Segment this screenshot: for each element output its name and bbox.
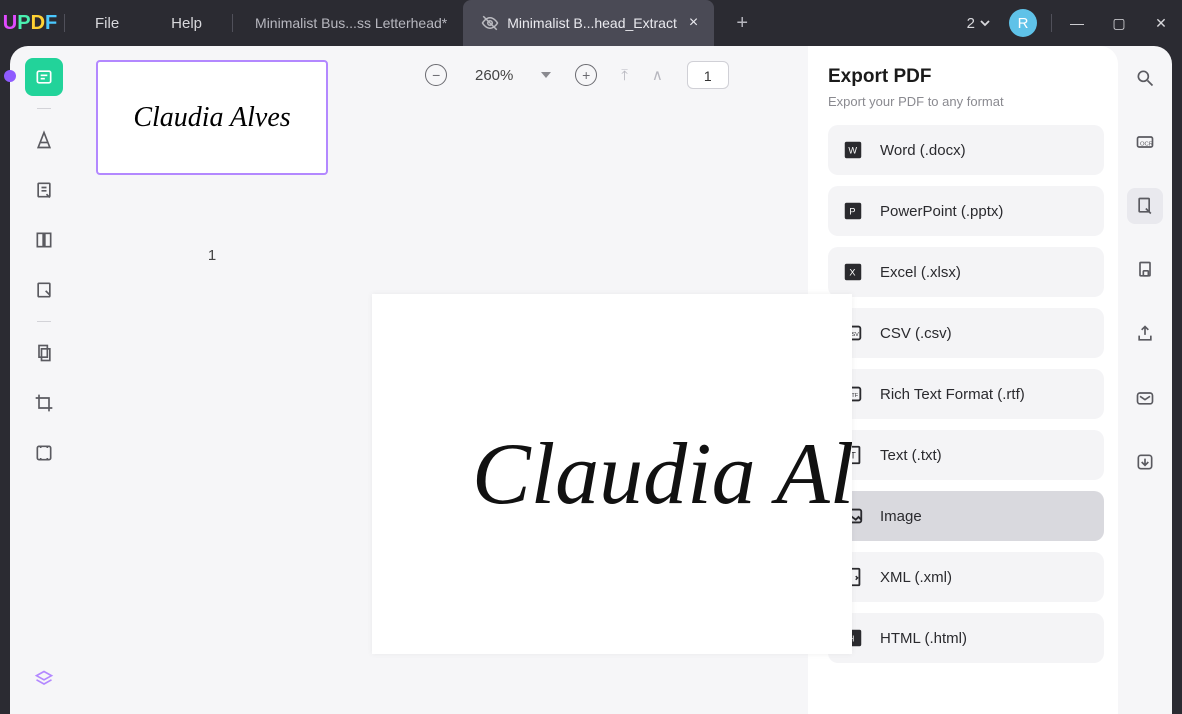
export-option-word[interactable]: W Word (.docx) <box>828 125 1104 175</box>
xls-icon: X <box>842 261 864 283</box>
tool-organize[interactable] <box>25 221 63 259</box>
export-panel: Export PDF Export your PDF to any format… <box>808 46 1118 714</box>
export-option-label: Word (.docx) <box>880 142 966 159</box>
window-close[interactable]: ✕ <box>1140 15 1182 32</box>
separator <box>232 14 233 32</box>
avatar[interactable]: R <box>1009 9 1037 37</box>
ppt-icon: P <box>842 200 864 222</box>
doc-count[interactable]: 2 <box>967 15 991 32</box>
first-page-button[interactable]: ⤒ <box>621 67 628 84</box>
export-panel-subtitle: Export your PDF to any format <box>828 94 1104 109</box>
separator <box>64 14 65 32</box>
ocr-button[interactable]: OCR <box>1127 124 1163 160</box>
export-panel-title: Export PDF <box>828 66 1104 88</box>
app-logo: UPDF <box>0 12 60 35</box>
thumbnail-page-number: 1 <box>88 247 336 264</box>
tool-pages[interactable] <box>25 334 63 372</box>
export-option-ppt[interactable]: P PowerPoint (.pptx) <box>828 186 1104 236</box>
export-option-html[interactable]: HHTML (.html) <box>828 613 1104 663</box>
tool-fill[interactable] <box>25 271 63 309</box>
left-rail <box>10 46 78 714</box>
export-option-label: XML (.xml) <box>880 569 952 586</box>
view-toolbar: − 260% + ⤒ ∧ 1 <box>346 46 808 104</box>
tab-label: Minimalist Bus...ss Letterhead* <box>255 15 447 31</box>
export-button[interactable] <box>1127 188 1163 224</box>
svg-text:OCR: OCR <box>1140 141 1153 147</box>
tool-redact[interactable] <box>25 434 63 472</box>
svg-text:W: W <box>848 146 857 156</box>
thumbnail-page-1[interactable]: Claudia Alves <box>96 60 328 175</box>
window-maximize[interactable]: ▢ <box>1098 15 1140 32</box>
document-content-text: Claudia Alves <box>472 424 852 525</box>
protect-button[interactable] <box>1127 252 1163 288</box>
tool-crop[interactable] <box>25 384 63 422</box>
separator <box>1051 14 1052 32</box>
export-option-label: Image <box>880 508 922 525</box>
svg-text:P: P <box>849 207 855 217</box>
export-option-label: Rich Text Format (.rtf) <box>880 386 1025 403</box>
search-button[interactable] <box>1127 60 1163 96</box>
eye-off-icon <box>481 14 499 32</box>
svg-text:X: X <box>849 268 855 278</box>
right-rail: OCR <box>1118 46 1172 714</box>
canvas-area: − 260% + ⤒ ∧ 1 Claudia Alves <box>346 46 808 714</box>
word-icon: W <box>842 139 864 161</box>
zoom-out-button[interactable]: − <box>425 64 447 86</box>
page-number-input[interactable]: 1 <box>687 61 729 89</box>
prev-page-button[interactable]: ∧ <box>652 66 663 84</box>
export-option-img[interactable]: Image <box>828 491 1104 541</box>
sidebar-handle[interactable] <box>4 70 16 82</box>
export-option-label: Text (.txt) <box>880 447 942 464</box>
document-page[interactable]: Claudia Alves <box>372 294 852 654</box>
tool-layers[interactable] <box>25 660 63 698</box>
close-icon[interactable]: × <box>689 14 698 32</box>
export-option-label: CSV (.csv) <box>880 325 952 342</box>
export-option-label: PowerPoint (.pptx) <box>880 203 1003 220</box>
export-option-xml[interactable]: XML (.xml) <box>828 552 1104 602</box>
workspace: Claudia Alves 1 − 260% + ⤒ ∧ 1 Claudia A… <box>10 46 1172 714</box>
share-button[interactable] <box>1127 316 1163 352</box>
tool-edit[interactable] <box>25 171 63 209</box>
menu-help[interactable]: Help <box>145 15 228 32</box>
export-option-label: Excel (.xlsx) <box>880 264 961 281</box>
tab-doc-1[interactable]: Minimalist Bus...ss Letterhead* <box>237 0 463 46</box>
export-option-csv[interactable]: CSVCSV (.csv) <box>828 308 1104 358</box>
email-button[interactable] <box>1127 380 1163 416</box>
menu-file[interactable]: File <box>69 15 145 32</box>
tab-doc-2[interactable]: Minimalist B...head_Extract × <box>463 0 714 46</box>
tool-annotate[interactable] <box>25 121 63 159</box>
export-option-label: HTML (.html) <box>880 630 967 647</box>
thumbnail-strip: Claudia Alves 1 <box>78 46 346 714</box>
add-tab-button[interactable]: + <box>728 12 756 35</box>
export-option-txt[interactable]: TText (.txt) <box>828 430 1104 480</box>
tab-label: Minimalist B...head_Extract <box>507 15 677 31</box>
zoom-dropdown[interactable] <box>541 72 551 78</box>
tool-reader[interactable] <box>25 58 63 96</box>
zoom-percent[interactable]: 260% <box>471 67 517 84</box>
window-minimize[interactable]: — <box>1056 15 1098 31</box>
title-bar: UPDF File Help Minimalist Bus...ss Lette… <box>0 0 1182 46</box>
save-button[interactable] <box>1127 444 1163 480</box>
thumbnail-preview-text: Claudia Alves <box>133 102 290 134</box>
chevron-down-icon <box>979 17 991 29</box>
export-option-xls[interactable]: X Excel (.xlsx) <box>828 247 1104 297</box>
zoom-in-button[interactable]: + <box>575 64 597 86</box>
export-option-rtf[interactable]: RTFRich Text Format (.rtf) <box>828 369 1104 419</box>
